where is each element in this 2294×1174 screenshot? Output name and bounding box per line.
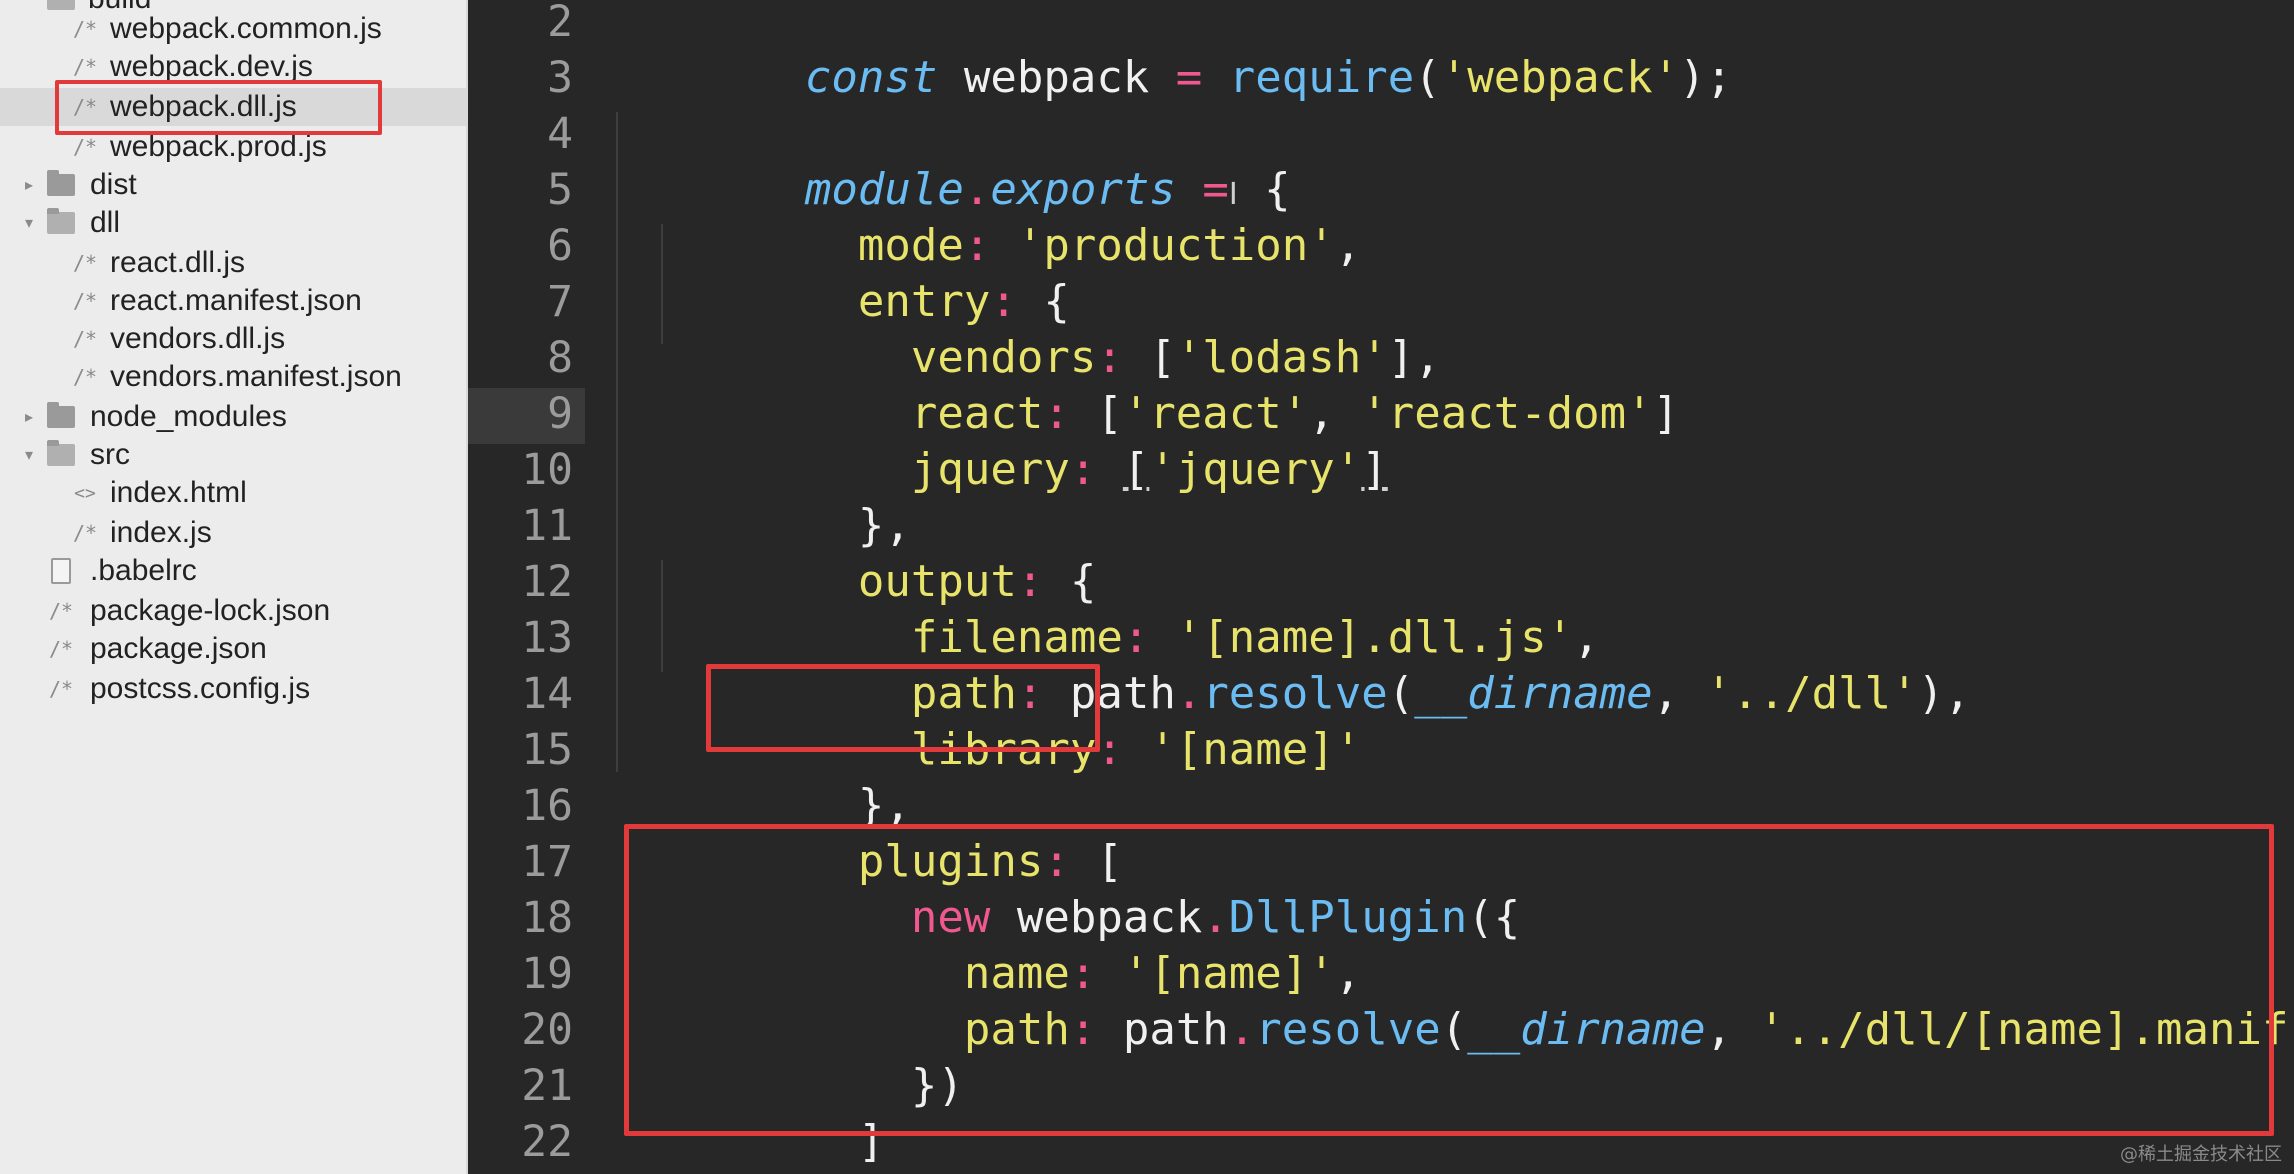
- line-number: 5: [547, 165, 573, 215]
- code-line-4[interactable]: module.exports =Ι {: [593, 106, 1291, 215]
- js-file-icon: /*: [72, 521, 98, 545]
- tree-item-label: postcss.config.js: [90, 672, 311, 705]
- tree-item-label: package.json: [90, 632, 267, 665]
- js-file-icon: /*: [48, 637, 74, 661]
- tree-item-label: webpack.common.js: [110, 12, 382, 45]
- tree-item-label: package-lock.json: [90, 594, 331, 627]
- tree-item-vendors-dll-js[interactable]: /* vendors.dll.js: [0, 320, 466, 358]
- tree-item-label: dist: [90, 168, 137, 201]
- chevron-right-icon[interactable]: ▸: [18, 175, 40, 195]
- code-line-13[interactable]: path: path.resolve(__dirname, '../dll'),: [593, 610, 1971, 719]
- js-file-icon: /*: [72, 251, 98, 275]
- code-line-10[interactable]: },: [593, 442, 911, 551]
- code-line-6[interactable]: entry: {: [593, 218, 1070, 327]
- chevron-right-icon[interactable]: ▸: [18, 407, 40, 427]
- line-number: 17: [521, 837, 573, 887]
- tree-item-react-manifest-json[interactable]: /* react.manifest.json: [0, 282, 466, 320]
- line-number: 3: [547, 53, 573, 103]
- tree-item-dll[interactable]: ▾ dll: [0, 204, 466, 242]
- line-number: 18: [521, 893, 573, 943]
- chevron-down-icon[interactable]: ▾: [18, 445, 40, 465]
- annotation-box-selected-file: [55, 80, 382, 135]
- code-line-7[interactable]: vendors: ['lodash'],: [593, 274, 1441, 383]
- line-number: 11: [521, 501, 573, 551]
- line-number: 4: [547, 109, 573, 159]
- line-number: 7: [547, 277, 573, 327]
- js-file-icon: /*: [72, 365, 98, 389]
- tree-item-index-js[interactable]: /* index.js: [0, 514, 466, 552]
- code-editor[interactable]: 2 3 4 5 6 7 8 9 10 11 12 13 14 15 16 17 18 19 20 21 22 const…: [468, 0, 2294, 1174]
- tree-item--babelrc[interactable]: .babelrc: [0, 552, 466, 590]
- chevron-down-icon[interactable]: ▾: [18, 213, 40, 233]
- js-file-icon: /*: [72, 327, 98, 351]
- tree-item-label: react.manifest.json: [110, 284, 362, 317]
- line-number: 2: [547, 0, 573, 47]
- tree-item-label: vendors.manifest.json: [110, 360, 402, 393]
- code-line-9[interactable]: jquery: ['jquery']: [593, 386, 1388, 495]
- tree-item-package-lock-json[interactable]: /* package-lock.json: [0, 592, 466, 630]
- js-file-icon: /*: [72, 135, 98, 159]
- tree-item-vendors-manifest-json[interactable]: /* vendors.manifest.json: [0, 358, 466, 396]
- line-number: 20: [521, 1005, 573, 1055]
- tree-item-label: node_modules: [90, 400, 287, 433]
- line-number: 12: [521, 557, 573, 607]
- line-number: 10: [521, 445, 573, 495]
- code-line-8[interactable]: react: ['react', 'react-dom']: [593, 330, 1679, 439]
- line-number: 19: [521, 949, 573, 999]
- code-line-12[interactable]: filename: '[name].dll.js',: [593, 554, 1600, 663]
- js-file-icon: /*: [72, 55, 98, 79]
- line-number: 14: [521, 669, 573, 719]
- tree-item-label: index.html: [110, 476, 247, 509]
- tree-item-label: webpack.prod.js: [110, 130, 327, 163]
- html-file-icon: <>: [74, 482, 96, 504]
- watermark-text: @稀土掘金技术社区: [2120, 1144, 2282, 1165]
- tree-item-webpack-common-js[interactable]: /* webpack.common.js: [0, 10, 466, 48]
- tree-item-label: .babelrc: [90, 554, 197, 587]
- line-number: 21: [521, 1061, 573, 1111]
- tree-item-node-modules[interactable]: ▸ node_modules: [0, 398, 466, 436]
- tree-item-label: src: [90, 438, 130, 471]
- code-line-5[interactable]: mode: 'production',: [593, 162, 1361, 271]
- folder-icon: [44, 402, 78, 432]
- line-number: 13: [521, 613, 573, 663]
- file-explorer-sidebar: build/*webpack.common.js/*webpack.dev.js…: [0, 0, 468, 1174]
- tree-item-react-dll-js[interactable]: /* react.dll.js: [0, 244, 466, 282]
- js-file-icon: /*: [72, 17, 98, 41]
- tree-item-postcss-config-js[interactable]: /* postcss.config.js: [0, 670, 466, 708]
- line-number: 6: [547, 221, 573, 271]
- tree-item-src[interactable]: ▾ src: [0, 436, 466, 474]
- js-file-icon: /*: [72, 289, 98, 313]
- file-icon: [44, 556, 78, 586]
- tree-item-dist[interactable]: ▸ dist: [0, 166, 466, 204]
- line-number: 15: [521, 725, 573, 775]
- annotation-box-dllplugin: [624, 824, 2274, 1136]
- tree-item-label: dll: [90, 206, 121, 239]
- line-number: 16: [521, 781, 573, 831]
- tree-item-label: vendors.dll.js: [110, 322, 286, 355]
- tree-item-label: react.dll.js: [110, 246, 246, 279]
- code-line-11[interactable]: output: {: [593, 498, 1096, 607]
- tree-item-label: index.js: [110, 516, 212, 549]
- js-file-icon: /*: [48, 677, 74, 701]
- tree-item-label: webpack.dev.js: [110, 50, 313, 83]
- tree-item-index-html[interactable]: <> index.html: [0, 474, 466, 512]
- line-number: 9: [547, 389, 573, 439]
- line-number: 22: [521, 1117, 573, 1167]
- app-window: build/*webpack.common.js/*webpack.dev.js…: [0, 0, 2294, 1174]
- folder-icon: [44, 170, 78, 200]
- tree-item-package-json[interactable]: /* package.json: [0, 630, 466, 668]
- code-line-2[interactable]: const webpack = require('webpack');: [593, 0, 1732, 103]
- annotation-box-library: [706, 664, 1100, 752]
- folder-icon: [44, 208, 78, 238]
- line-number: 8: [547, 333, 573, 383]
- folder-icon: [44, 440, 78, 470]
- js-file-icon: /*: [48, 599, 74, 623]
